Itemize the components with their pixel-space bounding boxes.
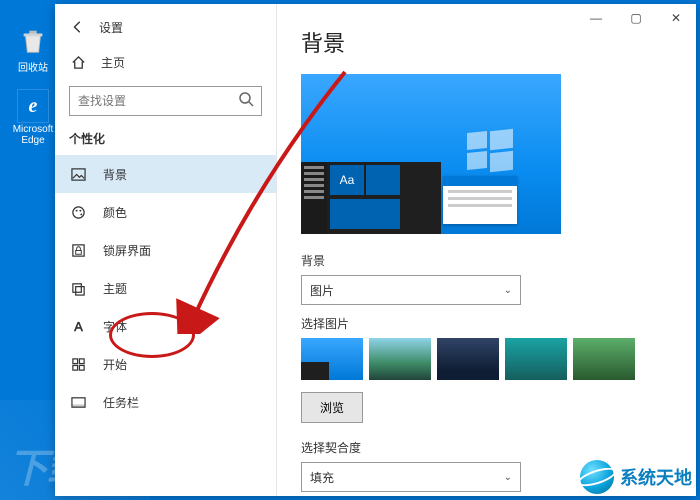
sidebar-item-colors[interactable]: 颜色 (55, 193, 276, 231)
sidebar-item-label: 锁屏界面 (103, 242, 151, 259)
background-dropdown-label: 背景 (301, 252, 672, 269)
sidebar-home[interactable]: 主页 (55, 44, 276, 80)
fit-select[interactable]: 填充 ⌄ (301, 462, 521, 492)
search-box[interactable] (69, 86, 262, 116)
settings-content: — ▢ ✕ 背景 Aa 背景 图片 ⌄ (277, 4, 696, 496)
desktop-icon-label: Microsoft Edge (8, 124, 58, 146)
recycle-bin-icon (17, 25, 49, 57)
taskbar-icon (69, 393, 87, 411)
font-icon (69, 317, 87, 335)
edge-icon: e (17, 90, 49, 122)
fit-label: 选择契合度 (301, 439, 672, 456)
picture-thumb[interactable] (369, 338, 431, 380)
settings-sidebar: 设置 主页 个性化 背景 (55, 4, 277, 496)
sidebar-item-label: 开始 (103, 356, 127, 373)
preview-start-menu: Aa (301, 162, 441, 234)
settings-window: 设置 主页 个性化 背景 (55, 4, 696, 496)
minimize-button[interactable]: — (576, 4, 616, 32)
sidebar-item-themes[interactable]: 主题 (55, 269, 276, 307)
sidebar-item-taskbar[interactable]: 任务栏 (55, 383, 276, 421)
app-title: 设置 (99, 19, 123, 36)
picture-thumb[interactable] (505, 338, 567, 380)
theme-icon (69, 279, 87, 297)
sidebar-item-label: 颜色 (103, 204, 127, 221)
search-icon (238, 91, 256, 109)
back-row[interactable]: 设置 (55, 10, 276, 44)
background-preview: Aa (301, 74, 561, 234)
preview-tile-aa: Aa (330, 165, 364, 195)
sidebar-home-label: 主页 (101, 54, 125, 71)
sidebar-item-label: 字体 (103, 318, 127, 335)
chevron-down-icon: ⌄ (504, 472, 512, 483)
picture-thumb[interactable] (301, 338, 363, 380)
sidebar-item-label: 主题 (103, 280, 127, 297)
desktop-icon-label: 回收站 (8, 59, 58, 74)
sidebar-item-start[interactable]: 开始 (55, 345, 276, 383)
chevron-down-icon: ⌄ (504, 285, 512, 296)
sidebar-item-background[interactable]: 背景 (55, 155, 276, 193)
close-button[interactable]: ✕ (656, 4, 696, 32)
background-type-select[interactable]: 图片 ⌄ (301, 275, 521, 305)
picture-thumbs (301, 338, 672, 380)
maximize-button[interactable]: ▢ (616, 4, 656, 32)
back-icon (69, 18, 87, 36)
start-icon (69, 355, 87, 373)
picture-thumb[interactable] (573, 338, 635, 380)
sidebar-item-label: 任务栏 (103, 394, 139, 411)
sidebar-item-fonts[interactable]: 字体 (55, 307, 276, 345)
desktop-icon-recycle-bin[interactable]: 回收站 (8, 25, 58, 74)
search-input[interactable] (69, 86, 262, 116)
choose-picture-label: 选择图片 (301, 315, 672, 332)
lockscreen-icon (69, 241, 87, 259)
sidebar-item-label: 背景 (103, 166, 127, 183)
home-icon (69, 53, 87, 71)
desktop-icon-edge[interactable]: e Microsoft Edge (8, 90, 58, 146)
windows-logo-icon (467, 132, 513, 172)
browse-button[interactable]: 浏览 (301, 392, 363, 423)
sidebar-section-header: 个性化 (55, 126, 276, 155)
picture-thumb[interactable] (437, 338, 499, 380)
picture-icon (69, 165, 87, 183)
window-controls: — ▢ ✕ (576, 4, 696, 32)
select-value: 图片 (310, 282, 334, 299)
sidebar-item-lockscreen[interactable]: 锁屏界面 (55, 231, 276, 269)
palette-icon (69, 203, 87, 221)
preview-mini-window (443, 176, 517, 224)
select-value: 填充 (310, 469, 334, 486)
